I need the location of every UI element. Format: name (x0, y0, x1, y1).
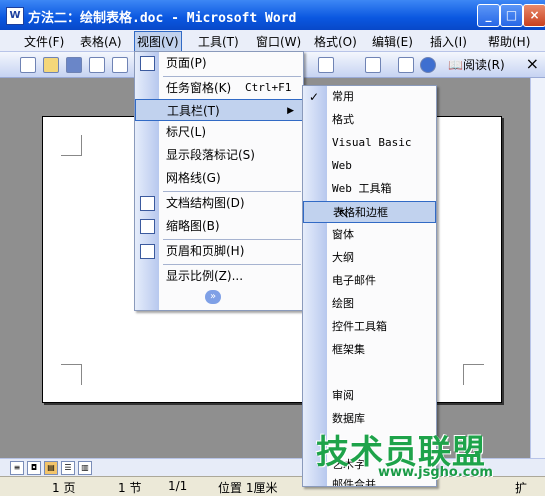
maximize-button[interactable]: □ (500, 4, 523, 27)
document-map-icon (140, 196, 155, 211)
book-icon: 📖 (448, 58, 463, 72)
save-icon[interactable] (66, 57, 82, 73)
toolbar-item-reviewing[interactable]: 审阅 (303, 385, 436, 407)
view-menu-item-zoom[interactable]: 显示比例(Z)... (135, 265, 303, 287)
task-pane-shortcut: Ctrl+F1 (245, 81, 292, 94)
submenu-arrow-icon: ▶ (287, 106, 294, 116)
view-menu-item-show-paragraph-marks[interactable]: 显示段落标记(S) (135, 144, 303, 166)
toolbar-item-visual-basic[interactable]: Visual Basic (303, 132, 436, 154)
margin-corner-top-left (61, 135, 82, 156)
menu-help[interactable]: 帮助(H) (488, 33, 530, 50)
menu-bar: 文件(F) 表格(A) 视图(V) 工具(T) 窗口(W) 格式(O) 编辑(E… (0, 30, 545, 52)
menu-table[interactable]: 表格(A) (80, 33, 122, 50)
view-menu-item-document-map[interactable]: 文档结构图(D) (135, 192, 303, 214)
toolbar-item-formatting[interactable]: 格式 (303, 109, 436, 131)
toolbar-item-email[interactable]: 电子邮件 (303, 270, 436, 292)
new-document-icon[interactable] (20, 57, 36, 73)
normal-view-icon[interactable]: ≡ (10, 461, 24, 475)
view-menu-item-task-pane[interactable]: 任务窗格(K) Ctrl+F1 (135, 77, 303, 99)
minimize-button[interactable]: _ (477, 4, 500, 27)
menu-insert[interactable]: 插入(I) (430, 33, 467, 50)
word-app-icon: W (6, 7, 24, 25)
watermark-url: www.jsgho.com (378, 465, 493, 480)
status-position: 位置 1厘米 (218, 481, 278, 495)
toolbar-item-outline[interactable]: 大纲 (303, 247, 436, 269)
expand-menu-icon[interactable]: » (205, 290, 221, 304)
toolbar-item-forms[interactable]: 窗体 (303, 224, 436, 246)
view-menu-item-page[interactable]: 页面(P) (135, 52, 303, 74)
view-menu-item-gridlines[interactable]: 网格线(G) (135, 167, 303, 189)
toolbar-item-web-tools[interactable]: Web 工具箱 (303, 178, 436, 200)
window-title: 方法二：绘制表格.doc - Microsoft Word (28, 11, 297, 26)
status-section: 1 节 (118, 481, 142, 495)
open-folder-icon[interactable] (43, 57, 59, 73)
view-menu-item-thumbnails[interactable]: 缩略图(B) (135, 215, 303, 237)
status-ext: 扩 (515, 481, 528, 495)
title-bar: W 方法二：绘制表格.doc - Microsoft Word _ □ × (0, 0, 545, 30)
margin-corner-bottom-right (463, 364, 484, 385)
outline-view-icon[interactable]: ☰ (61, 461, 75, 475)
view-menu-item-ruler[interactable]: 标尺(L) (135, 121, 303, 143)
web-view-icon[interactable]: ◘ (27, 461, 41, 475)
toolbar-item-tables-borders[interactable]: 表格和边框 (303, 201, 436, 223)
status-page: 1 页 (52, 481, 76, 495)
menu-window[interactable]: 窗口(W) (256, 33, 301, 50)
undo-icon[interactable] (398, 57, 414, 73)
insert-table-icon[interactable] (318, 57, 334, 73)
view-menu-item-toolbars[interactable]: 工具栏(T) ▶ (135, 99, 303, 121)
header-footer-icon (140, 244, 155, 259)
help-icon[interactable] (420, 57, 436, 73)
toolbar-item-drawing[interactable]: 绘图 (303, 293, 436, 315)
toolbar-item-frames[interactable]: 框架集 (303, 339, 436, 361)
mouse-cursor-icon: ↖ (338, 206, 350, 222)
toolbar-item-control-toolbox[interactable]: 控件工具箱 (303, 316, 436, 338)
close-button[interactable]: × (523, 4, 545, 27)
close-document-icon[interactable]: × (526, 54, 539, 73)
print-icon[interactable] (112, 57, 128, 73)
view-menu-item-header-footer[interactable]: 页眉和页脚(H) (135, 240, 303, 262)
page-view-icon (140, 56, 155, 71)
menu-view[interactable]: 视图(V) (134, 31, 182, 52)
toolbar-item-standard[interactable]: ✓ 常用 (303, 86, 436, 108)
menu-file[interactable]: 文件(F) (24, 33, 64, 50)
checkmark-icon: ✓ (309, 90, 320, 104)
vertical-scrollbar[interactable] (530, 78, 545, 458)
thumbnails-icon (140, 219, 155, 234)
print-view-icon[interactable]: ▤ (44, 461, 58, 475)
toolbar-item-web[interactable]: Web (303, 155, 436, 177)
read-button[interactable]: 📖阅读(R) (448, 56, 505, 73)
menu-edit[interactable]: 编辑(E) (372, 33, 413, 50)
view-menu: 页面(P) 任务窗格(K) Ctrl+F1 工具栏(T) ▶ 标尺(L) 显示段… (134, 51, 304, 311)
status-pages: 1/1 (168, 479, 188, 493)
margin-corner-bottom-left (61, 364, 82, 385)
reading-view-icon[interactable]: ▥ (78, 461, 92, 475)
permission-icon[interactable] (89, 57, 105, 73)
menu-tools[interactable]: 工具(T) (198, 33, 239, 50)
menu-format[interactable]: 格式(O) (314, 33, 357, 50)
columns-icon[interactable] (365, 57, 381, 73)
